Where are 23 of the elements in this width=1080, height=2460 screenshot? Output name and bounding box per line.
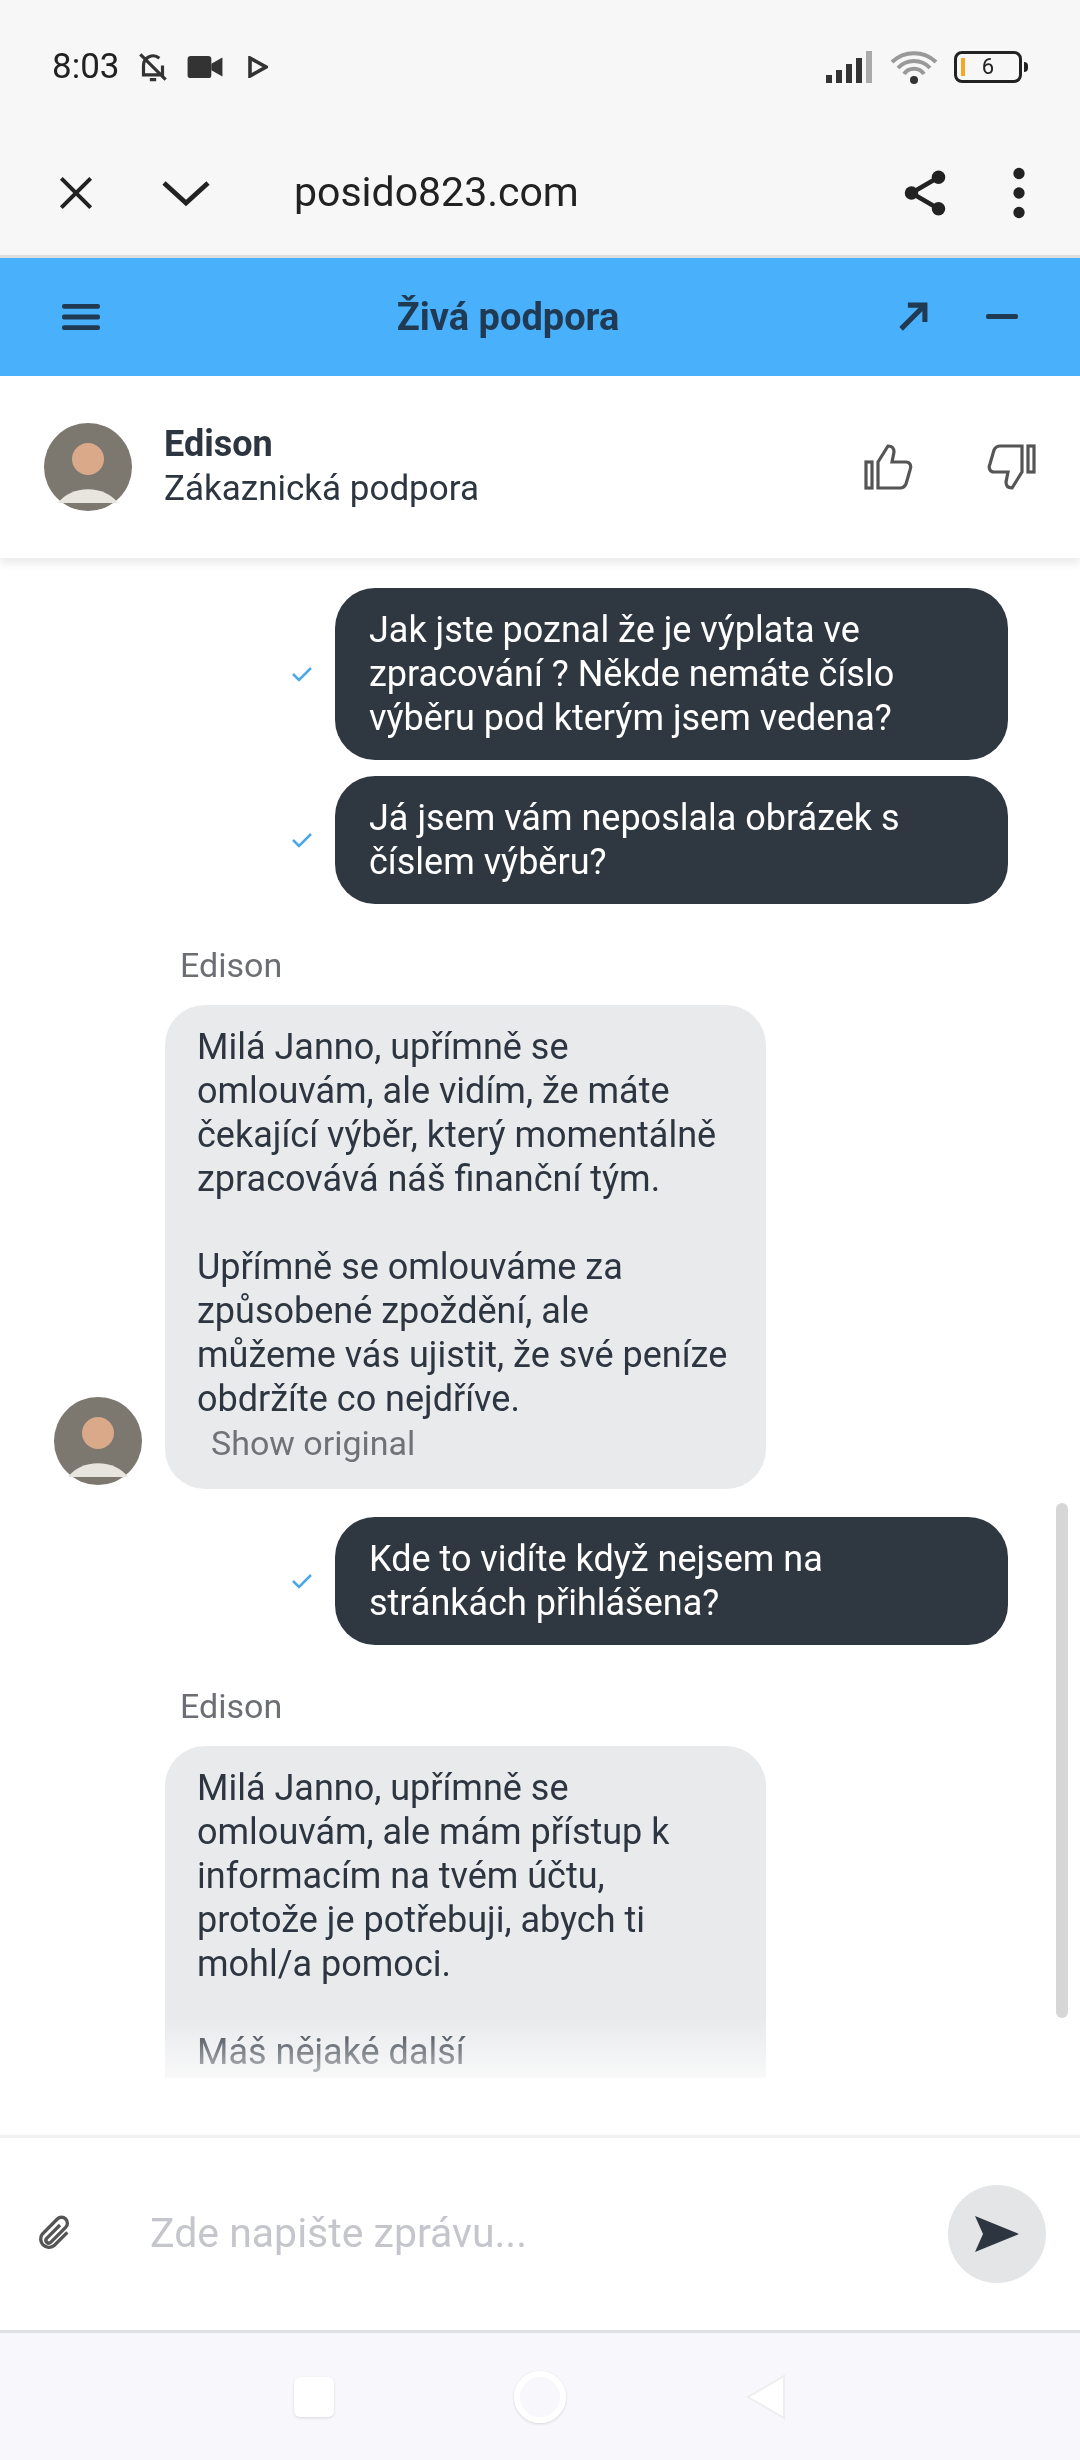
show-original-link[interactable]: Show original <box>211 1421 734 1465</box>
menu-button[interactable] <box>62 302 100 332</box>
send-icon <box>973 2214 1021 2254</box>
message-text: Upřímně se omlouváme za způsobené zpoždění, ale můžeme vás ujistit, že své peníze obdržíte co nejdříve. <box>197 1245 729 1421</box>
sender-name: Edison <box>180 1686 283 1726</box>
page-url[interactable]: posido823.com <box>294 161 579 224</box>
message-text: Milá Janno, upřímně se omlouvám, ale vidím, že máte čekající výběr, který momentálně zpracovává náš finanční tým. <box>197 1025 718 1201</box>
message-text: Máš nějaké další <box>197 2030 467 2074</box>
sent-message: Jak jste poznal že je výplata ve zpracování ? Někde nemáte číslo výběru pod kterým jsem vedena? <box>335 588 1008 760</box>
message-input[interactable]: Zde napište zprávu... <box>150 2203 948 2265</box>
chat-title: Živá podpora <box>395 293 621 341</box>
sent-message: Já jsem vám neposlala obrázek s číslem výběru? <box>335 776 1008 904</box>
sent-message: Kde to vidíte když nejsem na stránkách přihlášena? <box>335 1517 1008 1645</box>
sender-name: Edison <box>180 945 283 985</box>
play-icon <box>247 56 268 78</box>
agent-name: Edison <box>164 422 274 466</box>
more-options-button[interactable] <box>1012 166 1026 219</box>
signal-icon <box>826 51 874 83</box>
wifi-icon <box>890 50 938 84</box>
message-text: Milá Janno, upřímně se omlouvám, ale mám přístup k informacím na tvém účtu, protože je potřebuji, abych ti mohl/a pomoci. <box>197 1766 671 1986</box>
agent-role: Zákaznická podpora <box>164 467 479 511</box>
minimize-button[interactable] <box>986 314 1018 320</box>
status-time: 8:03 <box>52 44 120 89</box>
